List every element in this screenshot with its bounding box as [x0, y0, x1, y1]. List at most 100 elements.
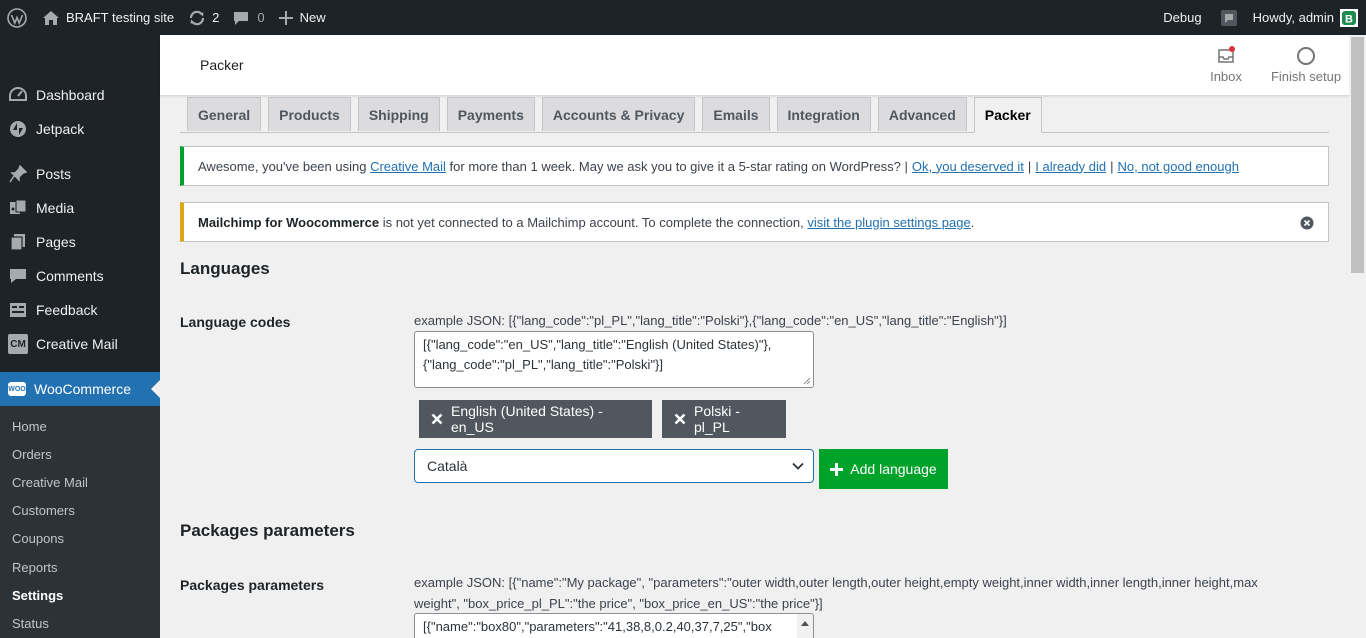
debug-label: Debug — [1163, 10, 1202, 25]
page-scrollbar[interactable] — [1349, 35, 1366, 638]
submenu-item-creative-mail[interactable]: Creative Mail — [0, 468, 160, 496]
site-name-link[interactable]: BRAFT testing site — [35, 0, 181, 35]
new-content-link[interactable]: New — [272, 0, 333, 35]
sidebar-item-comments[interactable]: Comments — [0, 259, 160, 293]
dashboard-icon — [8, 85, 28, 105]
updates-icon — [188, 9, 206, 27]
creative-mail-link[interactable]: Creative Mail — [370, 159, 446, 174]
sidebar-item-label: WooCommerce — [34, 381, 131, 397]
admin-sidebar: Dashboard Jetpack Posts Media Pages Comm… — [0, 35, 160, 638]
tab-products[interactable]: Products — [268, 97, 351, 131]
chip-label: Polski - pl_PL — [694, 403, 740, 435]
packages-heading: Packages parameters — [180, 521, 355, 540]
sidebar-item-feedback[interactable]: Feedback — [0, 293, 160, 327]
sidebar-item-pages[interactable]: Pages — [0, 225, 160, 259]
tab-general[interactable]: General — [187, 97, 262, 131]
chip-label: English (United States) - en_US — [451, 403, 603, 435]
jetpack-icon — [8, 119, 28, 139]
textarea-line: [{"lang_code":"en_US","lang_title":"Engl… — [423, 337, 772, 352]
remove-icon[interactable] — [674, 413, 686, 425]
sidebar-item-label: Creative Mail — [36, 336, 118, 352]
textarea-line: {"lang_code":"pl_PL","lang_title":"Polsk… — [423, 357, 664, 372]
language-codes-textarea[interactable]: [{"lang_code":"en_US","lang_title":"Engl… — [414, 331, 814, 388]
main-content: General Products Shipping Payments Accou… — [160, 95, 1349, 638]
sidebar-item-label: Feedback — [36, 302, 98, 318]
sidebar-item-creative-mail[interactable]: CM Creative Mail — [0, 327, 160, 361]
submenu-item-orders[interactable]: Orders — [0, 440, 160, 468]
remove-icon[interactable] — [431, 413, 443, 425]
media-icon — [8, 198, 28, 218]
packages-example-line: weight", "box_price_pl_PL":"the price", … — [414, 596, 823, 611]
notification-icon[interactable] — [1212, 0, 1246, 35]
submenu-item-reports[interactable]: Reports — [0, 553, 160, 581]
updates-link[interactable]: 2 — [181, 0, 226, 35]
scroll-up-arrow-icon[interactable] — [797, 614, 813, 638]
tab-advanced[interactable]: Advanced — [877, 97, 967, 131]
my-account-link[interactable]: Howdy, admin B — [1246, 0, 1366, 35]
admin-bar: BRAFT testing site 2 0 New Debug Howdy, … — [0, 0, 1366, 35]
home-icon — [42, 10, 60, 26]
settings-tabs: General Products Shipping Payments Accou… — [180, 97, 1329, 133]
mailchimp-notice: Mailchimp for Woocommerce is not yet con… — [180, 202, 1329, 242]
rating-yes-link[interactable]: Ok, you deserved it — [912, 159, 1024, 174]
avatar: B — [1340, 8, 1358, 27]
new-label: New — [299, 10, 326, 25]
inbox-button[interactable]: Inbox — [1186, 35, 1266, 95]
dismiss-icon[interactable] — [1300, 216, 1314, 230]
plugin-settings-link[interactable]: visit the plugin settings page — [807, 215, 970, 230]
add-language-label: Add language — [850, 461, 937, 477]
sidebar-item-label: Comments — [36, 268, 104, 284]
submenu-item-status[interactable]: Status — [0, 609, 160, 637]
packages-example-line: example JSON: [{"name":"My package", "pa… — [414, 575, 1258, 590]
howdy-label: Howdy, admin — [1252, 10, 1334, 25]
notice-title: Mailchimp for Woocommerce — [198, 214, 380, 230]
feedback-icon — [8, 300, 28, 320]
language-chip-pl-pl[interactable]: Polski - pl_PL — [662, 400, 786, 438]
sidebar-item-media[interactable]: Media — [0, 191, 160, 225]
woocommerce-submenu: Home Orders Creative Mail Customers Coup… — [0, 406, 160, 638]
updates-count: 2 — [212, 10, 220, 25]
tab-shipping[interactable]: Shipping — [357, 97, 440, 131]
sidebar-item-woocommerce[interactable]: WOO WooCommerce — [0, 372, 160, 406]
packages-parameters-textarea[interactable]: [{"name":"box80","parameters":"41,38,8,0… — [414, 613, 814, 638]
tab-emails[interactable]: Emails — [702, 97, 770, 131]
sidebar-item-label: Posts — [36, 166, 72, 182]
comment-bubble-icon — [233, 10, 249, 26]
comments-link[interactable]: 0 — [226, 0, 271, 35]
comments-count: 0 — [257, 10, 265, 25]
rating-no-link[interactable]: No, not good enough — [1118, 159, 1239, 174]
select-value: Català — [427, 458, 468, 474]
wordpress-logo-icon[interactable] — [0, 0, 35, 35]
tab-packer[interactable]: Packer — [973, 97, 1042, 133]
language-codes-label: Language codes — [180, 314, 291, 330]
sidebar-item-label: Dashboard — [36, 87, 105, 103]
tab-accounts-privacy[interactable]: Accounts & Privacy — [541, 97, 696, 131]
finish-setup-button[interactable]: Finish setup — [1266, 35, 1346, 95]
scrollbar-thumb[interactable] — [1351, 37, 1364, 273]
creative-mail-rating-notice: Awesome, you've been using Creative Mail… — [180, 146, 1329, 186]
plus-icon — [830, 462, 844, 476]
rating-already-link[interactable]: I already did — [1035, 159, 1106, 174]
sidebar-item-dashboard[interactable]: Dashboard — [0, 78, 160, 112]
language-select[interactable]: Català — [414, 449, 814, 483]
add-language-button[interactable]: Add language — [819, 449, 948, 489]
notice-text: for more than 1 week. May we ask you to … — [445, 158, 908, 174]
sidebar-item-jetpack[interactable]: Jetpack — [0, 112, 160, 146]
cm-icon: CM — [8, 334, 28, 354]
tab-integration[interactable]: Integration — [776, 97, 871, 131]
chevron-down-icon — [791, 459, 805, 476]
page-title: Packer — [200, 57, 244, 73]
submenu-item-coupons[interactable]: Coupons — [0, 525, 160, 553]
debug-link[interactable]: Debug — [1153, 0, 1211, 35]
inbox-icon — [1216, 46, 1236, 66]
sidebar-item-posts[interactable]: Posts — [0, 157, 160, 191]
packages-parameters-label: Packages parameters — [180, 577, 324, 593]
tab-payments[interactable]: Payments — [446, 97, 535, 131]
submenu-item-home[interactable]: Home — [0, 412, 160, 440]
submenu-item-customers[interactable]: Customers — [0, 497, 160, 525]
resize-handle-icon[interactable] — [803, 377, 811, 385]
language-chip-en-us[interactable]: English (United States) - en_US — [419, 400, 652, 438]
submenu-item-settings[interactable]: Settings — [0, 581, 160, 609]
finish-setup-label: Finish setup — [1270, 69, 1342, 84]
svg-text:B: B — [1345, 13, 1353, 25]
